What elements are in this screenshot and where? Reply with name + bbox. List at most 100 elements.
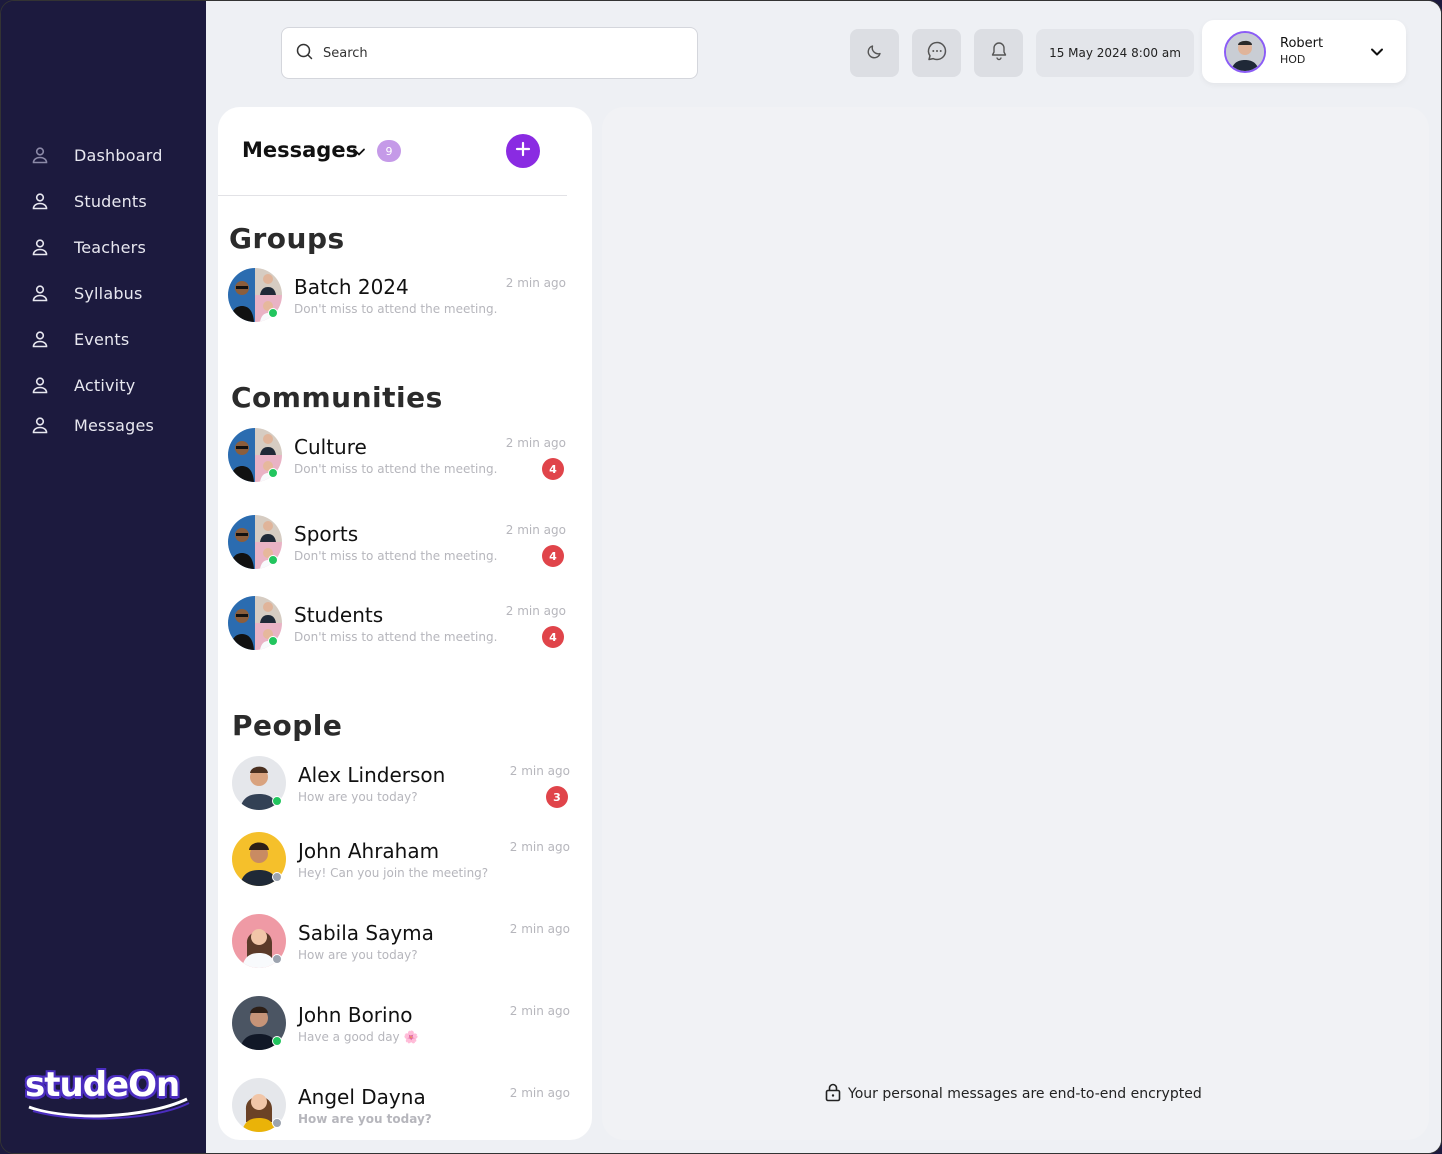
- sidebar: Dashboard Students Teachers Syllabus Eve…: [1, 1, 206, 1153]
- offline-indicator: [272, 872, 282, 882]
- unread-badge: 4: [542, 626, 564, 648]
- chat-item-community[interactable]: Sports Don't miss to attend the meeting.…: [228, 515, 566, 573]
- section-title-communities: Communities: [231, 381, 443, 414]
- online-indicator: [268, 468, 278, 478]
- encryption-text: Your personal messages are end-to-end en…: [848, 1086, 1202, 1102]
- online-indicator: [268, 308, 278, 318]
- conversation-area: Your personal messages are end-to-end en…: [602, 107, 1429, 1140]
- section-title-groups: Groups: [229, 222, 345, 255]
- sidebar-item-messages[interactable]: Messages: [29, 410, 154, 440]
- chat-time: 2 min ago: [509, 1004, 570, 1018]
- chevron-down-icon[interactable]: [352, 144, 366, 163]
- chat-name: Culture: [294, 435, 367, 459]
- chat-preview: How are you today?: [298, 948, 418, 962]
- unread-badge: 4: [542, 458, 564, 480]
- online-indicator: [272, 796, 282, 806]
- sidebar-item-dashboard[interactable]: Dashboard: [29, 140, 163, 170]
- search-box[interactable]: [281, 27, 698, 79]
- chat-preview: Have a good day 🌸: [298, 1030, 419, 1044]
- chat-time: 2 min ago: [505, 604, 566, 618]
- sidebar-item-label: Syllabus: [74, 283, 143, 303]
- user-icon: [29, 328, 51, 350]
- chevron-down-icon: [1370, 44, 1384, 63]
- chat-item-group[interactable]: Batch 2024 Don't miss to attend the meet…: [228, 268, 566, 326]
- logo-text: studeOn: [25, 1065, 180, 1105]
- dark-mode-button[interactable]: [850, 29, 899, 77]
- new-message-button[interactable]: [506, 134, 540, 168]
- chat-preview: Hey! Can you join the meeting?: [298, 866, 489, 880]
- chat-item-person[interactable]: Angel Dayna How are you today? 2 min ago: [232, 1078, 570, 1136]
- sidebar-item-label: Events: [74, 329, 130, 349]
- chat-preview: Don't miss to attend the meeting.: [294, 549, 498, 563]
- user-icon: [29, 236, 51, 258]
- chat-time: 2 min ago: [509, 840, 570, 854]
- chat-name: Sabila Sayma: [298, 921, 434, 945]
- chat-item-community[interactable]: Culture Don't miss to attend the meeting…: [228, 428, 566, 486]
- user-name: Robert: [1280, 36, 1324, 51]
- messages-count-badge: 9: [377, 140, 401, 162]
- chat-time: 2 min ago: [509, 922, 570, 936]
- sidebar-item-label: Teachers: [74, 237, 146, 257]
- sidebar-item-label: Messages: [74, 415, 155, 435]
- chat-name: John Borino: [298, 1003, 413, 1027]
- plus-icon: [514, 140, 532, 162]
- user-profile-menu[interactable]: Robert HOD: [1202, 20, 1406, 83]
- chat-preview: How are you today?: [298, 790, 418, 804]
- chat-name: Students: [294, 603, 384, 627]
- chat-time: 2 min ago: [505, 436, 566, 450]
- sidebar-item-events[interactable]: Events: [29, 324, 129, 354]
- chat-preview: Don't miss to attend the meeting.: [294, 630, 498, 644]
- chat-preview: How are you today?: [298, 1112, 432, 1126]
- online-indicator: [268, 636, 278, 646]
- unread-badge: 4: [542, 545, 564, 567]
- chat-button[interactable]: [912, 29, 961, 77]
- user-icon: [29, 414, 51, 436]
- sidebar-item-activity[interactable]: Activity: [29, 370, 135, 400]
- chat-name: Sports: [294, 522, 359, 546]
- chat-time: 2 min ago: [505, 523, 566, 537]
- studeon-logo: studeOn: [25, 1063, 195, 1123]
- avatar: [1224, 31, 1266, 73]
- chat-item-person[interactable]: John Ahraham Hey! Can you join the meeti…: [232, 832, 570, 890]
- user-role: HOD: [1280, 53, 1306, 66]
- section-title-people: People: [232, 709, 343, 742]
- app-window: Dashboard Students Teachers Syllabus Eve…: [0, 0, 1442, 1154]
- sidebar-item-label: Dashboard: [74, 145, 163, 165]
- chat-name: John Ahraham: [298, 839, 440, 863]
- search-input[interactable]: [323, 45, 653, 61]
- offline-indicator: [272, 1118, 282, 1128]
- chat-name: Batch 2024: [294, 275, 409, 299]
- encryption-notice: Your personal messages are end-to-end en…: [824, 1082, 1202, 1106]
- sidebar-item-label: Students: [74, 191, 147, 211]
- chat-item-community[interactable]: Students Don't miss to attend the meetin…: [228, 596, 566, 654]
- top-bar: 15 May 2024 8:00 am Robert HOD: [206, 1, 1441, 95]
- chat-preview: Don't miss to attend the meeting.: [294, 302, 498, 316]
- lock-icon: [824, 1082, 842, 1106]
- unread-badge: 3: [546, 786, 568, 808]
- chat-time: 2 min ago: [505, 276, 566, 290]
- chat-item-person[interactable]: Alex Linderson How are you today? 2 min …: [232, 756, 570, 814]
- chat-bubble-icon: [926, 40, 948, 66]
- user-icon: [29, 190, 51, 212]
- user-icon: [29, 282, 51, 304]
- divider: [218, 195, 567, 196]
- chat-name: Alex Linderson: [298, 763, 446, 787]
- user-icon: [29, 144, 51, 166]
- sidebar-item-label: Activity: [74, 375, 136, 395]
- moon-icon: [866, 42, 884, 64]
- sidebar-item-syllabus[interactable]: Syllabus: [29, 278, 143, 308]
- notifications-button[interactable]: [974, 29, 1023, 77]
- messages-title[interactable]: Messages: [242, 138, 358, 162]
- chat-time: 2 min ago: [509, 1086, 570, 1100]
- offline-indicator: [272, 954, 282, 964]
- sidebar-item-students[interactable]: Students: [29, 186, 147, 216]
- sidebar-item-teachers[interactable]: Teachers: [29, 232, 146, 262]
- chat-name: Angel Dayna: [298, 1085, 426, 1109]
- chat-item-person[interactable]: John Borino Have a good day 🌸 2 min ago: [232, 996, 570, 1054]
- chat-item-person[interactable]: Sabila Sayma How are you today? 2 min ag…: [232, 914, 570, 972]
- chat-time: 2 min ago: [509, 764, 570, 778]
- search-icon: [296, 43, 313, 64]
- online-indicator: [272, 1036, 282, 1046]
- bell-icon: [990, 41, 1008, 65]
- datetime-display: 15 May 2024 8:00 am: [1036, 29, 1194, 77]
